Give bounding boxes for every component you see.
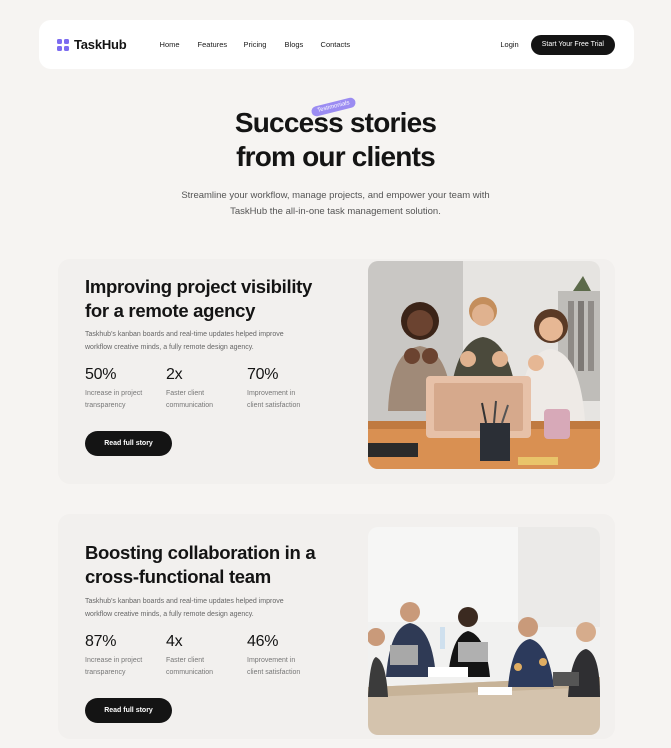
stat-label-line2: communication	[166, 402, 214, 409]
stat-label-line1: Increase in project	[85, 390, 143, 397]
story-title-line1: Boosting collaboration in a	[85, 542, 316, 563]
stat-value: 4x	[166, 633, 183, 650]
stat-communication: 4x Faster client communication	[166, 633, 246, 679]
stat-satisfaction: 70% Improvement in client satisfaction	[247, 366, 327, 412]
stat-label-line2: client satisfaction	[247, 669, 301, 676]
stat-label: Improvement in client satisfaction	[247, 388, 327, 412]
read-full-story-button[interactable]: Read full story	[85, 698, 172, 723]
stat-value: 50%	[85, 366, 117, 383]
top-navbar: TaskHub Home Features Pricing Blogs Cont…	[39, 20, 634, 69]
stat-value: 46%	[247, 633, 279, 650]
stat-satisfaction: 46% Improvement in client satisfaction	[247, 633, 327, 679]
stat-value: 2x	[166, 366, 183, 383]
story-title: Boosting collaboration in a cross-functi…	[85, 541, 335, 589]
stat-label-line2: transparency	[85, 669, 126, 676]
story-title: Improving project visibility for a remot…	[85, 275, 335, 323]
stat-communication: 2x Faster client communication	[166, 366, 246, 412]
stat-value: 70%	[247, 366, 279, 383]
nav-link-blogs[interactable]: Blogs	[285, 40, 321, 49]
logo[interactable]: TaskHub	[57, 37, 127, 52]
hero-title: Success stories from our clients	[0, 106, 671, 174]
hero-title-line2: from our clients	[236, 141, 436, 172]
story-desc-line1: Taskhub's kanban boards and real-time up…	[85, 598, 284, 605]
story-title-line1: Improving project visibility	[85, 276, 313, 297]
stat-transparency: 50% Increase in project transparency	[85, 366, 165, 412]
start-trial-button[interactable]: Start Your Free Trial	[530, 34, 615, 55]
logo-text: TaskHub	[74, 37, 127, 52]
team-celebrating-laptop-photo	[368, 261, 600, 469]
story-card-2: Boosting collaboration in a cross-functi…	[58, 514, 615, 739]
stat-label-line1: Faster client	[166, 657, 205, 664]
nav-link-features[interactable]: Features	[198, 40, 244, 49]
story-description: Taskhub's kanban boards and real-time up…	[85, 329, 310, 354]
stat-label-line1: Improvement in	[247, 390, 296, 397]
story-description: Taskhub's kanban boards and real-time up…	[85, 596, 310, 621]
business-meeting-table-photo	[368, 527, 600, 735]
stat-label: Improvement in client satisfaction	[247, 655, 327, 679]
stat-label: Increase in project transparency	[85, 655, 165, 679]
stat-label-line2: transparency	[85, 402, 126, 409]
stat-label: Faster client communication	[166, 655, 246, 679]
stat-label-line1: Improvement in	[247, 657, 296, 664]
nav-link-contacts[interactable]: Contacts	[321, 40, 351, 49]
nav-link-home[interactable]: Home	[160, 40, 198, 49]
story-desc-line1: Taskhub's kanban boards and real-time up…	[85, 331, 284, 338]
stat-transparency: 87% Increase in project transparency	[85, 633, 165, 679]
stat-label: Increase in project transparency	[85, 388, 165, 412]
stat-label-line2: client satisfaction	[247, 402, 301, 409]
story-card-1: Improving project visibility for a remot…	[58, 259, 615, 484]
login-link[interactable]: Login	[500, 40, 518, 49]
stat-label-line1: Increase in project	[85, 657, 143, 664]
stat-label-line1: Faster client	[166, 390, 205, 397]
nav-links: Home Features Pricing Blogs Contacts	[160, 40, 351, 49]
story-title-line2: for a remote agency	[85, 300, 256, 321]
story-title-line2: cross-functional team	[85, 566, 271, 587]
read-full-story-button[interactable]: Read full story	[85, 431, 172, 456]
taskhub-logo-icon	[57, 38, 69, 51]
story-desc-line2: workflow creative minds, a fully remote …	[85, 343, 254, 351]
stat-label: Faster client communication	[166, 388, 246, 412]
story-desc-line2: workflow creative minds, a fully remote …	[85, 610, 254, 618]
hero-subtitle: Streamline your workflow, manage project…	[0, 188, 671, 220]
hero-subtitle-line1: Streamline your workflow, manage project…	[181, 190, 490, 201]
nav-link-pricing[interactable]: Pricing	[244, 40, 285, 49]
stat-label-line2: communication	[166, 669, 214, 676]
hero-subtitle-line2: TaskHub the all-in-one task management s…	[230, 206, 441, 217]
stat-value: 87%	[85, 633, 117, 650]
